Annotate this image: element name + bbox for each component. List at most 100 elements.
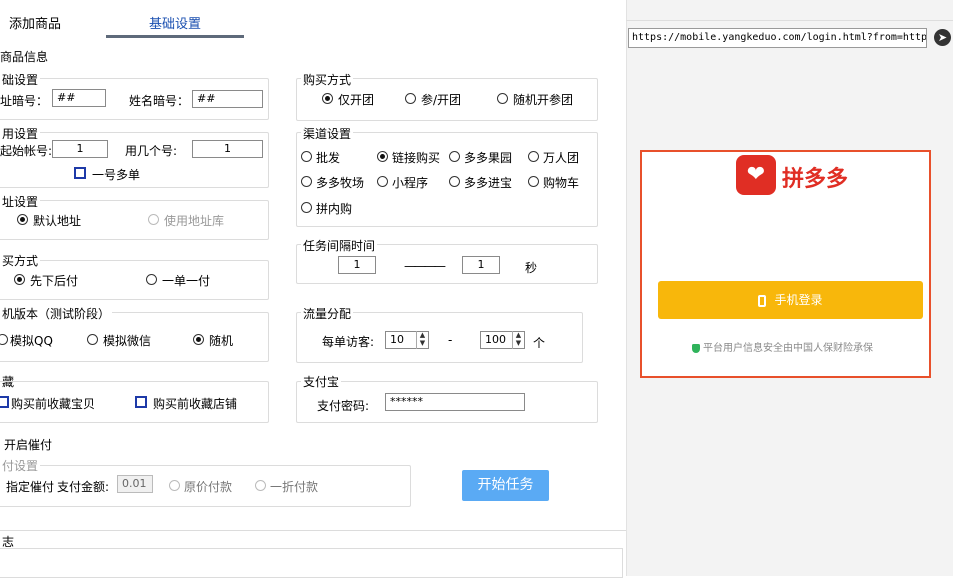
address-library-radio[interactable] [148, 214, 159, 225]
channel-miniapp-label: 小程序 [392, 176, 429, 190]
shield-icon [692, 343, 700, 353]
phone-version-title: 机版本（测试阶段） [0, 305, 113, 322]
interval-title: 任务间隔时间 [301, 237, 378, 254]
discount-pay-radio[interactable] [255, 480, 266, 491]
pay-each-label: 一单一付 [162, 274, 211, 288]
channel-ranch-radio[interactable] [301, 176, 312, 187]
join-open-radio[interactable] [405, 93, 416, 104]
original-price-radio[interactable] [169, 480, 180, 491]
random-version-radio[interactable] [193, 334, 204, 345]
browser-toolbar-divider [626, 20, 953, 21]
phone-login-button[interactable]: 手机登录 [658, 281, 923, 319]
active-tab-indicator [106, 35, 244, 38]
pay-amount-input[interactable]: 0.01 [117, 475, 153, 493]
phone-login-label: 手机登录 [774, 293, 823, 307]
specify-urge-label: 指定催付 [6, 480, 55, 494]
tab-bar: 添加商品 基础设置 [0, 0, 626, 44]
pay-later-label: 先下后付 [30, 274, 79, 288]
interval-from-input[interactable]: 1 [338, 256, 376, 274]
original-price-label: 原价付款 [184, 480, 233, 494]
channel-cart-label: 购物车 [543, 176, 580, 190]
visitors-min-stepper[interactable]: ▲ ▼ [416, 331, 428, 349]
account-count-input[interactable]: 1 [192, 140, 263, 158]
start-account-label: 起始帐号: [0, 144, 53, 158]
favorite-item-checkbox[interactable] [0, 396, 9, 408]
channel-cart-radio[interactable] [528, 176, 539, 187]
phone-icon [758, 294, 767, 307]
down-arrow-icon[interactable]: ▼ [417, 339, 428, 347]
url-bar[interactable]: https://mobile.yangkeduo.com/login.html?… [628, 28, 927, 48]
favorite-shop-label: 购买前收藏店铺 [153, 397, 238, 411]
account-settings-title: 用设置 [0, 125, 41, 142]
channel-jinbao-label: 多多进宝 [464, 176, 513, 190]
tab-basic-settings[interactable]: 基础设置 [149, 13, 201, 32]
favorite-shop-checkbox[interactable] [135, 396, 147, 408]
interval-dash: ———— [404, 259, 446, 273]
visitors-unit: 个 [533, 336, 546, 350]
channel-title: 渠道设置 [301, 125, 354, 142]
random-group-radio[interactable] [497, 93, 508, 104]
up-arrow-icon[interactable]: ▲ [417, 331, 428, 339]
security-notice: 平台用户信息安全由中国人保财险承保 [692, 339, 873, 354]
buy-mode-title: 购买方式 [301, 71, 354, 88]
interval-unit: 秒 [525, 261, 538, 275]
open-group-only-radio[interactable] [322, 93, 333, 104]
channel-jinbao-radio[interactable] [449, 176, 460, 187]
pay-amount-label: 支付金额: [57, 480, 110, 494]
discount-pay-label: 一折付款 [270, 480, 319, 494]
favorite-item-label: 购买前收藏宝贝 [11, 397, 96, 411]
channel-group-radio[interactable] [528, 151, 539, 162]
urge-settings-title: 付设置 [0, 457, 41, 474]
log-textarea[interactable] [0, 548, 623, 578]
start-task-button[interactable]: 开始任务 [462, 470, 549, 501]
channel-link-radio[interactable] [377, 151, 388, 162]
channel-wholesale-label: 批发 [316, 151, 341, 165]
channel-link-label: 链接购买 [392, 151, 441, 165]
pay-later-radio[interactable] [14, 274, 25, 285]
multi-order-checkbox[interactable] [74, 167, 86, 179]
channel-internal-label: 拼内购 [316, 202, 353, 216]
up-arrow-icon[interactable]: ▲ [513, 331, 524, 339]
visitors-max-stepper[interactable]: ▲ ▼ [512, 331, 524, 349]
name-code-label: 姓名暗号： [129, 94, 190, 108]
simulate-wechat-radio[interactable] [87, 334, 98, 345]
down-arrow-icon[interactable]: ▼ [513, 339, 524, 347]
multi-order-label: 一号多单 [92, 168, 141, 182]
security-notice-text: 平台用户信息安全由中国人保财险承保 [703, 343, 873, 354]
brand-name: 拼多多 [782, 167, 849, 192]
default-address-label: 默认地址 [33, 214, 82, 228]
random-version-label: 随机 [209, 334, 234, 348]
name-code-input[interactable]: ## [192, 90, 263, 108]
visitors-separator: - [448, 333, 453, 347]
alipay-password-label: 支付密码: [317, 399, 370, 413]
enable-urge-label[interactable]: 开启催付 [4, 436, 52, 453]
address-settings-title: 址设置 [0, 193, 41, 210]
start-account-input[interactable]: 1 [52, 140, 108, 158]
interval-to-input[interactable]: 1 [462, 256, 500, 274]
random-group-label: 随机开参团 [513, 93, 574, 107]
tab-add-product[interactable]: 添加商品 [9, 13, 61, 32]
address-code-input[interactable]: ## [52, 89, 106, 107]
channel-wholesale-radio[interactable] [301, 151, 312, 162]
channel-orchard-label: 多多果园 [464, 151, 513, 165]
address-library-label: 使用地址库 [164, 214, 225, 228]
section-title: 商品信息 [0, 50, 49, 64]
alipay-password-input[interactable]: ****** [385, 393, 525, 411]
pay-method-title: 买方式 [0, 252, 41, 269]
default-address-radio[interactable] [17, 214, 28, 225]
account-count-label: 用几个号: [125, 144, 178, 158]
channel-internal-radio[interactable] [301, 202, 312, 213]
channel-group-label: 万人团 [543, 151, 580, 165]
arrow-right-icon[interactable]: ➤ [934, 29, 951, 46]
channel-ranch-label: 多多牧场 [316, 176, 365, 190]
pay-each-radio[interactable] [146, 274, 157, 285]
channel-orchard-radio[interactable] [449, 151, 460, 162]
basic-settings-title: 础设置 [0, 71, 41, 88]
join-open-label: 参/开团 [421, 93, 462, 107]
pinduoduo-logo-icon: ❤ [736, 155, 776, 195]
visitors-label: 每单访客: [322, 335, 375, 349]
open-group-only-label: 仅开团 [338, 93, 375, 107]
channel-miniapp-radio[interactable] [377, 176, 388, 187]
settings-panel: 添加商品 基础设置 商品信息 础设置 址暗号： ## 姓名暗号： ## 用设置 … [0, 0, 626, 578]
address-code-label: 址暗号： [0, 94, 49, 108]
